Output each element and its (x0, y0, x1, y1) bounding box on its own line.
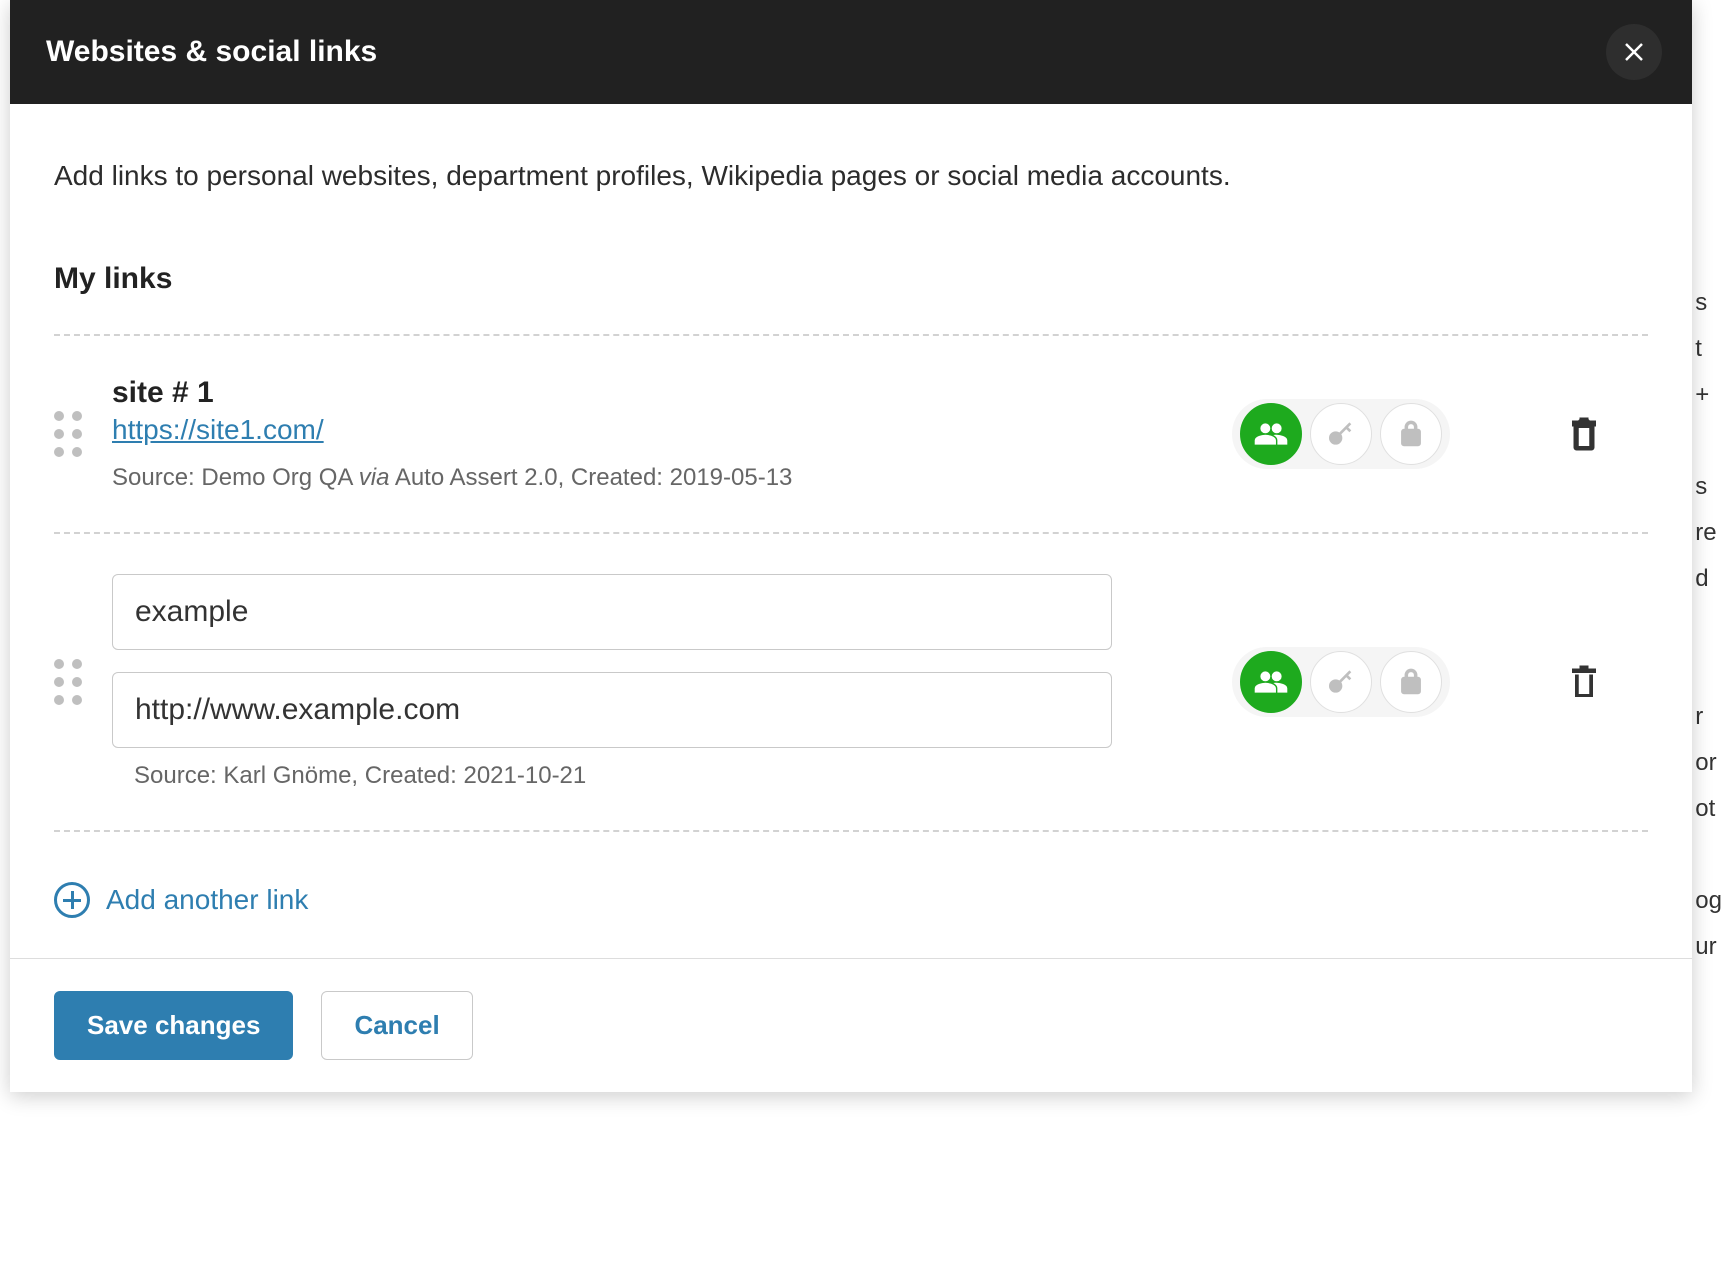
modal-description: Add links to personal websites, departme… (54, 160, 1648, 192)
link-content: site # 1 https://site1.com/ Source: Demo… (112, 376, 1212, 492)
link-title-input[interactable] (112, 574, 1112, 650)
link-source: Source: Karl Gnöme, Created: 2021-10-21 (134, 762, 1172, 790)
add-another-link-button[interactable]: Add another link (54, 882, 308, 918)
visibility-everyone-button[interactable] (1240, 403, 1302, 465)
websites-links-modal: Websites & social links Add links to per… (10, 0, 1692, 1092)
drag-handle[interactable] (54, 659, 82, 705)
modal-header: Websites & social links (10, 0, 1692, 104)
add-another-label: Add another link (106, 884, 308, 916)
source-org: Demo Org QA (201, 464, 358, 491)
source-rest: Auto Assert 2.0, Created: 2019-05-13 (389, 464, 792, 491)
link-url[interactable]: https://site1.com/ (112, 414, 324, 446)
cancel-button[interactable]: Cancel (321, 991, 472, 1060)
drag-handle[interactable] (54, 411, 82, 457)
people-icon (1254, 417, 1288, 451)
visibility-trusted-button[interactable] (1310, 651, 1372, 713)
plus-circle-icon (54, 882, 90, 918)
delete-button[interactable] (1560, 410, 1608, 458)
link-title: site # 1 (112, 376, 1212, 410)
link-content: Source: Karl Gnöme, Created: 2021-10-21 (112, 574, 1212, 790)
modal-footer: Save changes Cancel (10, 958, 1692, 1092)
visibility-private-button[interactable] (1380, 403, 1442, 465)
trash-icon (1566, 662, 1602, 702)
close-icon (1622, 40, 1646, 64)
lock-icon (1397, 420, 1425, 448)
link-url-input[interactable] (112, 672, 1112, 748)
section-title: My links (54, 262, 1648, 296)
visibility-selector (1232, 399, 1450, 469)
visibility-selector (1232, 647, 1450, 717)
link-row: Source: Karl Gnöme, Created: 2021-10-21 (54, 534, 1648, 830)
trash-icon (1566, 414, 1602, 454)
close-button[interactable] (1606, 24, 1662, 80)
key-icon (1325, 666, 1357, 698)
save-button[interactable]: Save changes (54, 991, 293, 1060)
divider (54, 830, 1648, 832)
modal-title: Websites & social links (46, 35, 377, 69)
visibility-trusted-button[interactable] (1310, 403, 1372, 465)
delete-button[interactable] (1560, 658, 1608, 706)
link-row: site # 1 https://site1.com/ Source: Demo… (54, 336, 1648, 532)
modal-body: Add links to personal websites, departme… (10, 104, 1692, 958)
link-source: Source: Demo Org QA via Auto Assert 2.0,… (112, 464, 1212, 492)
source-prefix: Source: (112, 464, 201, 491)
visibility-private-button[interactable] (1380, 651, 1442, 713)
source-via: via (359, 464, 390, 491)
lock-icon (1397, 668, 1425, 696)
visibility-everyone-button[interactable] (1240, 651, 1302, 713)
obscured-background-text: s t + s re d r or ot og ur (1695, 280, 1722, 970)
key-icon (1325, 418, 1357, 450)
people-icon (1254, 665, 1288, 699)
